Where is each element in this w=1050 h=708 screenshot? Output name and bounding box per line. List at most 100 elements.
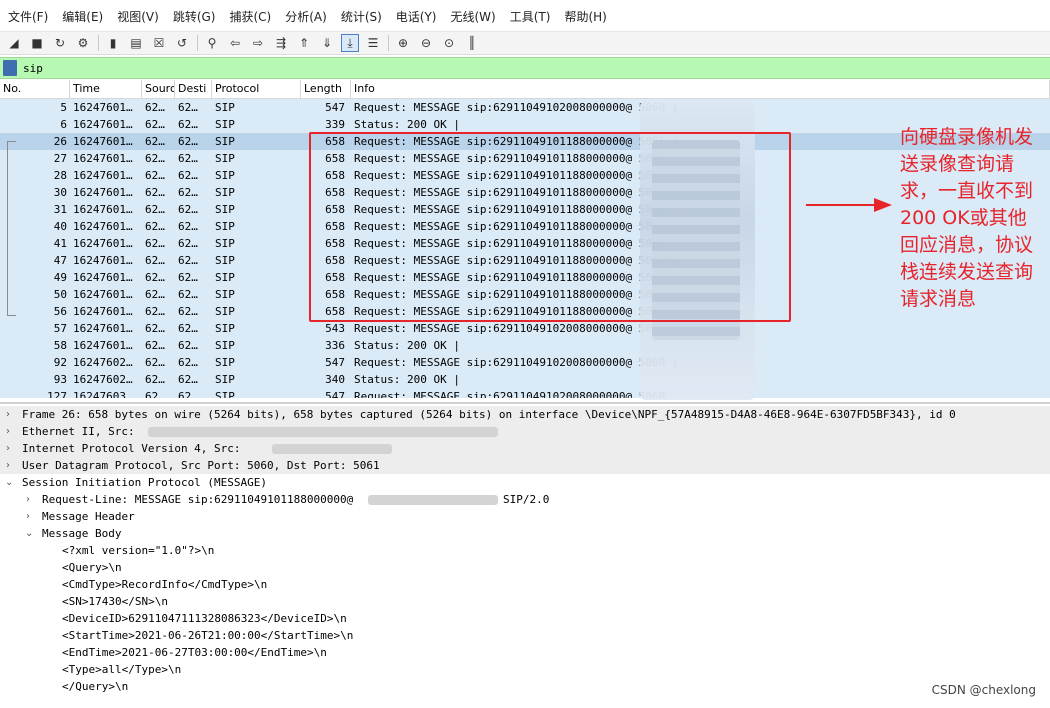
stop-capture-icon[interactable]: ■ (28, 34, 46, 52)
packet-src-cell: 62… (145, 237, 165, 250)
packet-dst-cell: 62… (178, 356, 198, 369)
packet-src-cell: 62… (145, 135, 165, 148)
go-first-icon[interactable]: ⇑ (295, 34, 313, 52)
message-body-line[interactable]: <DeviceID>62911047111328086323</DeviceID… (62, 610, 347, 627)
message-body-line[interactable]: <Type>all</Type>\n (62, 661, 181, 678)
packet-len-cell: 547 (325, 390, 345, 398)
resize-columns-icon[interactable]: ║ (463, 34, 481, 52)
expand-arrow-icon[interactable]: › (26, 491, 30, 508)
packet-proto-cell: SIP (215, 339, 235, 352)
zoom-out-icon[interactable]: ⊖ (417, 34, 435, 52)
menu-item[interactable]: 编辑(E) (60, 7, 105, 27)
expand-arrow-icon[interactable]: › (6, 440, 10, 457)
packet-dst-cell: 62… (178, 169, 198, 182)
message-body-line[interactable]: <?xml version="1.0"?>\n (62, 542, 214, 559)
packet-row[interactable]: 93 16247602… 62… 62… SIP 340 Status: 200 OK | (0, 371, 1050, 388)
menu-item[interactable]: 帮助(H) (562, 7, 608, 27)
menu-item[interactable]: 视图(V) (115, 7, 161, 27)
packet-no-cell: 92 (53, 356, 67, 369)
packet-src-cell: 62… (145, 220, 165, 233)
packet-row[interactable]: 57 16247601… 62… 62… SIP 543 Request: MESSAGE … (0, 320, 1050, 337)
packet-len-cell: 336 (325, 339, 345, 352)
tree-row-ethernet[interactable]: › Ethernet II, Src: (0, 423, 1050, 440)
expand-arrow-icon[interactable]: › (26, 508, 30, 525)
column-header[interactable]: Length (301, 80, 351, 98)
menu-item[interactable]: 无线(W) (449, 7, 498, 27)
column-header[interactable]: Protocol (212, 80, 301, 98)
packet-time-cell: 16247601… (73, 237, 133, 250)
packet-row[interactable]: 127 16247603… 62… 62… SIP 547 Request: MESSAGE… (0, 388, 1050, 398)
shark-fin-start-icon[interactable]: ◢ (5, 34, 23, 52)
column-header[interactable]: Time (70, 80, 142, 98)
ip-summary: Internet Protocol Version 4, Src: (22, 442, 241, 455)
find-packet-icon[interactable]: ⚲ (203, 34, 221, 52)
packet-time-cell: 16247601… (73, 220, 133, 233)
menu-item[interactable]: 分析(A) (283, 7, 329, 27)
display-filter-input[interactable] (23, 61, 923, 75)
menu-item[interactable]: 跳转(G) (171, 7, 218, 27)
zoom-in-icon[interactable]: ⊕ (394, 34, 412, 52)
packet-proto-cell: SIP (215, 186, 235, 199)
menu-item[interactable]: 工具(T) (508, 7, 553, 27)
watermark: CSDN @chexlong (931, 683, 1036, 697)
packet-row[interactable]: 6 16247601… 62… 62… SIP 339 Status: 200 OK | (0, 116, 1050, 133)
column-header[interactable]: Sourc (142, 80, 175, 98)
packet-time-cell: 16247601… (73, 288, 133, 301)
filter-bookmark-icon[interactable] (3, 60, 17, 76)
expand-arrow-icon[interactable]: › (6, 457, 10, 474)
packet-row[interactable]: 58 16247601… 62… 62… SIP 336 Status: 200 OK | (0, 337, 1050, 354)
column-header[interactable]: Info (351, 80, 1050, 98)
colorize-icon[interactable]: ☰ (364, 34, 382, 52)
message-body-line[interactable]: <Query>\n (62, 559, 122, 576)
message-body-line[interactable]: </Query>\n (62, 678, 128, 695)
open-file-icon[interactable]: ▮ (104, 34, 122, 52)
save-file-icon[interactable]: ▤ (127, 34, 145, 52)
packet-dst-cell: 62… (178, 373, 198, 386)
reload-file-icon[interactable]: ↺ (173, 34, 191, 52)
tree-row-frame[interactable]: › Frame 26: 658 bytes on wire (5264 bits… (0, 406, 1050, 423)
expand-arrow-icon[interactable]: › (6, 406, 10, 423)
close-file-icon[interactable]: ☒ (150, 34, 168, 52)
tree-row-udp[interactable]: › User Datagram Protocol, Src Port: 5060… (0, 457, 1050, 474)
message-body-label: Message Body (42, 527, 122, 540)
capture-options-icon[interactable]: ⚙ (74, 34, 92, 52)
packet-list-header: No. Time Sourc Desti Protocol Length Info (0, 80, 1050, 99)
go-last-icon[interactable]: ⇓ (318, 34, 336, 52)
packet-time-cell: 16247601… (73, 169, 133, 182)
message-body-line[interactable]: <CmdType>RecordInfo</CmdType>\n (62, 576, 267, 593)
autoscroll-icon[interactable]: ⤓ (341, 34, 359, 52)
packet-time-cell: 16247601… (73, 135, 133, 148)
packet-len-cell: 547 (325, 356, 345, 369)
expand-arrow-icon[interactable]: › (6, 423, 10, 440)
menu-item[interactable]: 文件(F) (6, 7, 50, 27)
collapse-arrow-icon[interactable]: ⌄ (5, 474, 13, 491)
tree-row-ip[interactable]: › Internet Protocol Version 4, Src: (0, 440, 1050, 457)
packet-src-cell: 62… (145, 322, 165, 335)
restart-capture-icon[interactable]: ↻ (51, 34, 69, 52)
packet-dst-cell: 62… (178, 203, 198, 216)
redacted-address (368, 495, 498, 505)
collapse-arrow-icon[interactable]: ⌄ (25, 525, 33, 542)
packet-proto-cell: SIP (215, 305, 235, 318)
go-to-packet-icon[interactable]: ⇶ (272, 34, 290, 52)
go-forward-icon[interactable]: ⇨ (249, 34, 267, 52)
packet-dst-cell: 62… (178, 305, 198, 318)
column-header[interactable]: Desti (175, 80, 212, 98)
packet-row[interactable]: 92 16247602… 62… 62… SIP 547 Request: MESSAGE … (0, 354, 1050, 371)
packet-dst-cell: 62… (178, 118, 198, 131)
packet-proto-cell: SIP (215, 390, 235, 398)
menu-item[interactable]: 统计(S) (339, 7, 384, 27)
packet-proto-cell: SIP (215, 322, 235, 335)
message-body-line[interactable]: <SN>17430</SN>\n (62, 593, 168, 610)
menu-item[interactable]: 电话(Y) (394, 7, 439, 27)
frame-summary: Frame 26: 658 bytes on wire (5264 bits),… (22, 408, 956, 421)
packet-src-cell: 62… (145, 118, 165, 131)
menu-item[interactable]: 捕获(C) (227, 7, 273, 27)
message-body-line[interactable]: <StartTime>2021-06-26T21:00:00</StartTim… (62, 627, 353, 644)
packet-src-cell: 62… (145, 101, 165, 114)
column-header[interactable]: No. (0, 80, 70, 98)
zoom-normal-icon[interactable]: ⊙ (440, 34, 458, 52)
go-back-icon[interactable]: ⇦ (226, 34, 244, 52)
packet-row[interactable]: 5 16247601… 62… 62… SIP 547 Request: MESSAGE s… (0, 99, 1050, 116)
message-body-line[interactable]: <EndTime>2021-06-27T03:00:00</EndTime>\n (62, 644, 327, 661)
